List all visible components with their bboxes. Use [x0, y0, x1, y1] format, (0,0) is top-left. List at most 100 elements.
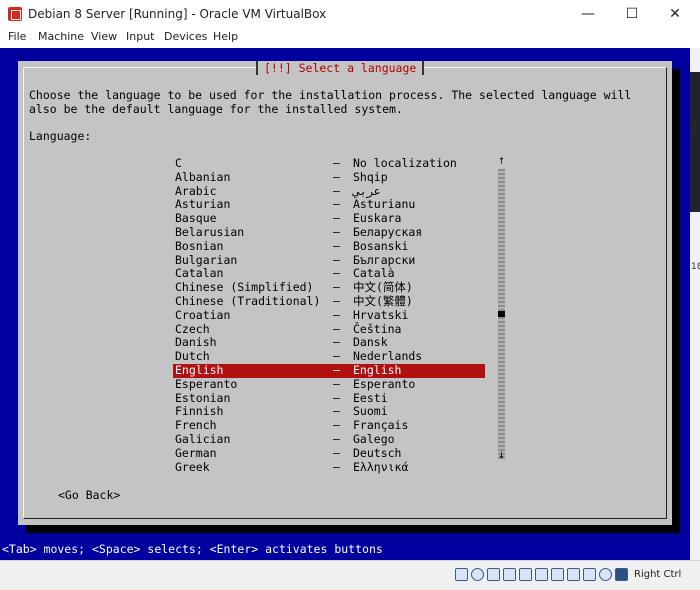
language-separator: – [333, 445, 340, 460]
menu-help[interactable]: Help [213, 30, 238, 43]
mouse-integration-icon[interactable] [599, 568, 612, 581]
usb-icon[interactable] [519, 568, 532, 581]
dialog-description: Choose the language to be used for the i… [29, 88, 632, 117]
language-option[interactable]: Czech – Čeština [173, 321, 485, 337]
language-name: Basque [175, 211, 217, 226]
language-option[interactable]: Chinese (Simplified) – 中文(简体) [173, 280, 485, 295]
language-separator: – [333, 238, 340, 253]
language-label: Language: [29, 129, 92, 143]
language-name: French [175, 418, 217, 433]
scroll-thumb[interactable] [498, 311, 505, 317]
language-native-name: عربي [353, 183, 381, 198]
language-native-name: Deutsch [353, 445, 402, 460]
go-back-button[interactable]: <Go Back> [58, 488, 120, 502]
language-option[interactable]: Bulgarian – Български [173, 252, 485, 268]
language-native-name: Беларуская [353, 224, 423, 239]
language-option[interactable]: Estonian – Eesti [173, 390, 485, 406]
language-name: Greek [175, 459, 210, 474]
language-separator: – [333, 335, 340, 350]
menu-devices[interactable]: Devices [164, 30, 207, 43]
language-name: Croatian [175, 307, 231, 322]
language-separator: – [333, 252, 340, 267]
scroll-track[interactable] [498, 169, 505, 459]
language-option[interactable]: French – Français [173, 418, 485, 433]
language-native-name: Esperanto [353, 376, 416, 391]
list-scrollbar[interactable]: ↑ ↓ [497, 157, 506, 461]
keyboard-icon[interactable] [615, 568, 628, 581]
language-native-name: Shqip [353, 169, 388, 184]
language-name: Bulgarian [175, 252, 238, 267]
language-native-name: Français [353, 418, 409, 433]
host-key-label: Right Ctrl [634, 569, 682, 580]
minimize-button[interactable]: — [565, 0, 611, 28]
language-option[interactable]: German – Deutsch [173, 445, 485, 461]
language-separator: – [333, 266, 340, 281]
virtualbox-app-icon [8, 7, 22, 21]
language-name: Danish [175, 335, 217, 350]
language-option[interactable]: Belarusian – Беларуская [173, 224, 485, 240]
menu-file[interactable]: File [8, 30, 26, 43]
language-native-name: Asturianu [353, 197, 416, 212]
language-name: English [175, 362, 224, 377]
scroll-up-arrow-icon[interactable]: ↑ [497, 157, 506, 167]
language-separator: – [333, 418, 340, 433]
description-line: Choose the language to be used for the i… [29, 88, 632, 102]
scroll-down-arrow-icon[interactable]: ↓ [497, 451, 506, 461]
maximize-button[interactable]: ☐ [609, 0, 655, 28]
language-name: Chinese (Simplified) [175, 280, 314, 295]
background-window-edge: 5 18 [690, 48, 700, 560]
background-text: 5 [691, 122, 697, 132]
language-native-name: Hrvatski [353, 307, 409, 322]
optical-drive-icon[interactable] [471, 568, 484, 581]
language-separator: – [333, 307, 340, 322]
shared-folders-icon[interactable] [535, 568, 548, 581]
language-separator: – [333, 376, 340, 391]
language-option[interactable]: Arabic – عربي [173, 183, 485, 199]
menu-machine[interactable]: Machine [38, 30, 84, 43]
language-separator: – [333, 404, 340, 419]
language-name: Bosnian [175, 238, 224, 253]
language-option-selected[interactable]: English – English [173, 362, 485, 378]
language-name: Albanian [175, 169, 231, 184]
language-option[interactable]: Basque – Euskara [173, 211, 485, 226]
language-option[interactable]: C – No localization [173, 156, 485, 171]
close-button[interactable]: ✕ [652, 0, 698, 28]
language-separator: – [333, 362, 340, 377]
language-dialog: [!!] Select a language Choose the langua… [18, 61, 672, 525]
language-option[interactable]: Croatian – Hrvatski [173, 307, 485, 323]
language-option[interactable]: Dutch – Nederlands [173, 349, 485, 364]
language-option[interactable]: Albanian – Shqip [173, 169, 485, 185]
language-option[interactable]: Asturian – Asturianu [173, 198, 485, 212]
language-option[interactable]: Esperanto – Esperanto [173, 376, 485, 392]
hard-disk-icon[interactable] [455, 568, 468, 581]
menu-view[interactable]: View [91, 30, 117, 43]
background-window-panel [690, 72, 700, 212]
network-icon[interactable] [503, 568, 516, 581]
language-name: Finnish [175, 404, 224, 419]
video-capture-icon[interactable] [567, 568, 580, 581]
language-option[interactable]: Danish – Dansk [173, 336, 485, 350]
language-native-name: Čeština [353, 321, 402, 336]
language-option[interactable]: Finnish – Suomi [173, 405, 485, 419]
cpu-icon[interactable] [583, 568, 596, 581]
language-list[interactable]: C – No localization Albanian – Shqip Arabic – عر… [173, 156, 485, 475]
audio-icon[interactable] [487, 568, 500, 581]
language-name: C [175, 156, 182, 170]
keyboard-hint: <Tab> moves; <Space> selects; <Enter> ac… [0, 542, 690, 556]
status-bar: Right Ctrl [0, 560, 700, 590]
language-option[interactable]: Catalan – Català [173, 267, 485, 281]
language-separator: – [333, 280, 340, 295]
language-native-name: 中文(简体) [353, 280, 413, 295]
language-separator: – [333, 293, 340, 308]
background-text: 18 [691, 262, 700, 272]
menu-input[interactable]: Input [126, 30, 154, 43]
display-icon[interactable] [551, 568, 564, 581]
language-native-name: Eesti [353, 390, 388, 405]
language-option[interactable]: Galician – Galego [173, 432, 485, 447]
language-name: Dutch [175, 349, 210, 364]
language-separator: – [333, 183, 340, 198]
language-option[interactable]: Chinese (Traditional) – 中文(繁體) [173, 293, 485, 309]
language-option[interactable]: Greek – Ελληνικά [173, 459, 485, 475]
vm-display[interactable]: [!!] Select a language Choose the langua… [0, 48, 690, 560]
language-option[interactable]: Bosnian – Bosanski [173, 238, 485, 254]
